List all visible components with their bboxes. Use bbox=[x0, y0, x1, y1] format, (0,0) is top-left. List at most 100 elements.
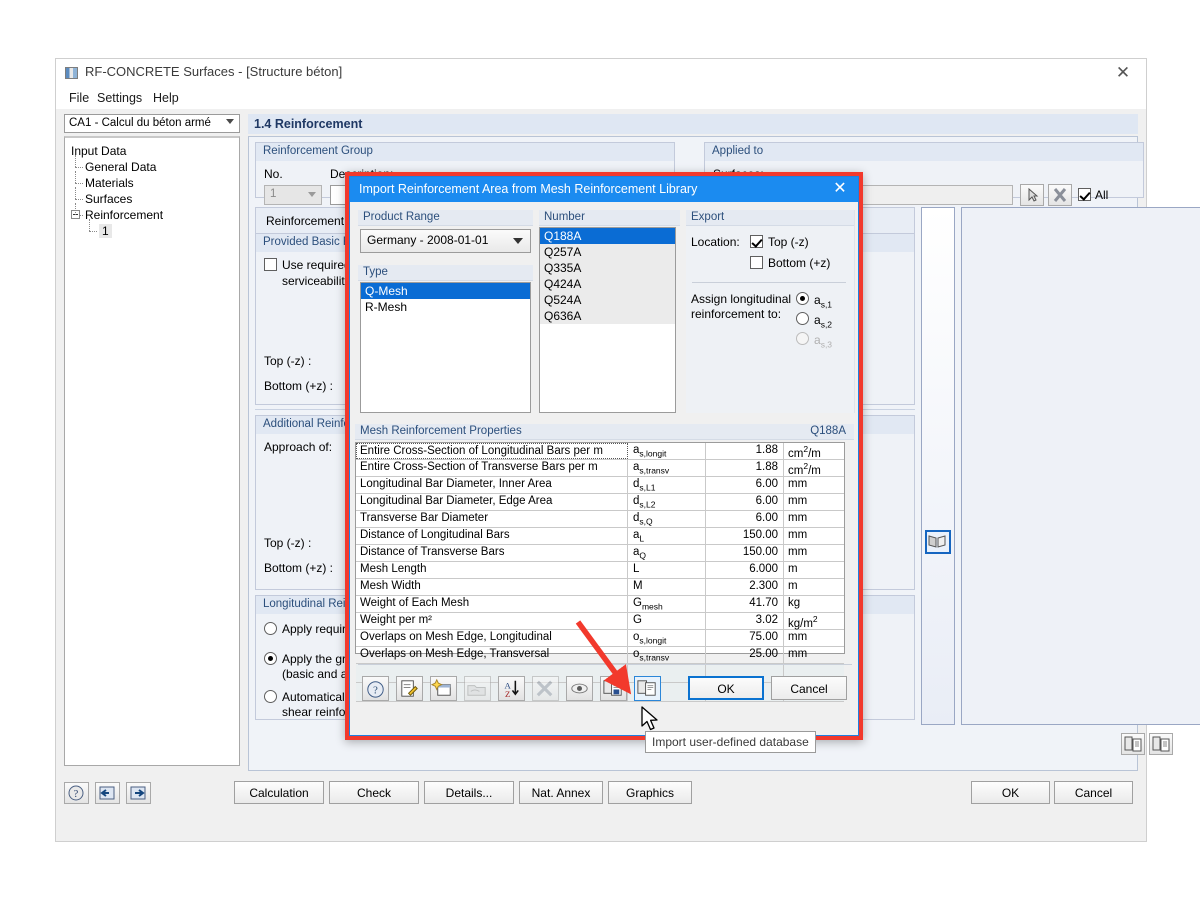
property-value: 6.000 bbox=[706, 562, 784, 578]
property-symbol: ds,Q bbox=[628, 511, 706, 527]
pick-surfaces-button[interactable] bbox=[1020, 184, 1044, 206]
menu-help[interactable]: Help bbox=[148, 90, 184, 106]
tree-item-reinforcement[interactable]: Reinforcement bbox=[71, 203, 239, 223]
view-button[interactable] bbox=[566, 676, 593, 701]
export-database-button[interactable] bbox=[600, 676, 627, 701]
property-row[interactable]: Longitudinal Bar Diameter, Inner Area ds,… bbox=[356, 477, 844, 494]
number-item-4[interactable]: Q524A bbox=[540, 292, 675, 308]
property-unit-main: m bbox=[788, 563, 798, 575]
tree-item-reinforcement-1[interactable]: 1 bbox=[71, 219, 239, 239]
property-row[interactable]: Weight per m² G 3.02 kg/m2 bbox=[356, 613, 844, 630]
collapse-icon[interactable] bbox=[71, 210, 80, 219]
longitudinal-option-greater-radio[interactable] bbox=[264, 652, 277, 665]
property-row[interactable]: Overlaps on Mesh Edge, Transversal os,tra… bbox=[356, 647, 844, 664]
use-required-label-2: serviceability bbox=[282, 274, 351, 288]
details-label: Details... bbox=[445, 786, 493, 800]
location-top-checkbox[interactable] bbox=[750, 235, 763, 248]
number-listbox[interactable]: Q188A Q257A Q335A Q424A Q524A Q636A bbox=[539, 227, 676, 413]
dialog-close-button[interactable]: ✕ bbox=[828, 179, 852, 199]
property-unit-main: m bbox=[788, 580, 798, 592]
use-required-reinforcement-checkbox[interactable] bbox=[264, 258, 277, 271]
calculation-button[interactable]: Calculation bbox=[234, 781, 324, 804]
property-symbol-subscript: s,longit bbox=[639, 448, 667, 459]
number-item-0[interactable]: Q188A bbox=[540, 228, 675, 244]
property-value: 150.00 bbox=[706, 545, 784, 561]
property-row[interactable]: Mesh Width M 2.300 m bbox=[356, 579, 844, 596]
help-button[interactable]: ? bbox=[362, 676, 389, 701]
property-description: Mesh Width bbox=[356, 579, 628, 595]
details-button[interactable]: Details... bbox=[424, 781, 514, 804]
next-module-button[interactable] bbox=[126, 782, 151, 804]
analysis-case-combo[interactable]: CA1 - Calcul du béton armé bbox=[64, 114, 240, 133]
copy-to-clipboard-button-2[interactable] bbox=[1149, 733, 1173, 755]
tree-label: General Data bbox=[85, 160, 157, 174]
clear-surfaces-button[interactable] bbox=[1048, 184, 1072, 206]
tree-item-general-data[interactable]: General Data bbox=[71, 155, 239, 175]
property-unit: mm bbox=[784, 511, 844, 527]
assign-as1-radio[interactable] bbox=[796, 292, 809, 305]
tree-item-input-data[interactable]: Input Data bbox=[71, 143, 239, 159]
chevron-down-icon bbox=[513, 238, 523, 244]
property-row[interactable]: Entire Cross-Section of Longitudinal Bar… bbox=[356, 443, 844, 460]
assign-as2-radio[interactable] bbox=[796, 312, 809, 325]
property-symbol-subscript: s,longit bbox=[639, 635, 667, 646]
property-row[interactable]: Overlaps on Mesh Edge, Longitudinal os,lo… bbox=[356, 630, 844, 647]
property-symbol: G bbox=[628, 613, 706, 629]
type-listbox[interactable]: Q-Mesh R-Mesh bbox=[360, 282, 531, 413]
number-item-2[interactable]: Q335A bbox=[540, 260, 675, 276]
property-row[interactable]: Mesh Length L 6.000 m bbox=[356, 562, 844, 579]
all-surfaces-checkbox[interactable] bbox=[1078, 188, 1091, 201]
longitudinal-option-required-radio[interactable] bbox=[264, 622, 277, 635]
navigation-tree[interactable]: Input Data General Data Materials Surfac… bbox=[64, 136, 240, 766]
mesh-properties-title-text: Mesh Reinforcement Properties bbox=[360, 425, 522, 437]
number-item-5[interactable]: Q636A bbox=[540, 308, 675, 324]
property-row[interactable]: Distance of Longitudinal Bars aL 150.00 mm bbox=[356, 528, 844, 545]
assign-as3-label: as,3 bbox=[814, 333, 832, 349]
reinforcement-group-no-combo[interactable]: 1 bbox=[264, 185, 322, 205]
tree-item-materials[interactable]: Materials bbox=[71, 171, 239, 191]
dialog-cancel-button[interactable]: Cancel bbox=[771, 676, 847, 700]
new-button[interactable] bbox=[430, 676, 457, 701]
type-item-r-mesh[interactable]: R-Mesh bbox=[361, 299, 530, 315]
previous-module-button[interactable] bbox=[95, 782, 120, 804]
import-database-button[interactable] bbox=[634, 676, 661, 701]
app-logo-icon bbox=[65, 67, 78, 79]
sort-az-button[interactable]: AZ bbox=[498, 676, 525, 701]
edit-button[interactable] bbox=[396, 676, 423, 701]
copy-to-clipboard-button-1[interactable] bbox=[1121, 733, 1145, 755]
tree-label: Reinforcement bbox=[85, 208, 164, 222]
book-view-button[interactable] bbox=[925, 530, 951, 554]
number-item-1[interactable]: Q257A bbox=[540, 244, 675, 260]
help-button[interactable]: ? bbox=[64, 782, 89, 804]
location-bottom-checkbox[interactable] bbox=[750, 256, 763, 269]
longitudinal-option-auto-radio[interactable] bbox=[264, 690, 277, 703]
mesh-properties-table[interactable]: Entire Cross-Section of Longitudinal Bar… bbox=[355, 442, 845, 702]
assign-as3-radio bbox=[796, 332, 809, 345]
property-row[interactable]: Distance of Transverse Bars aQ 150.00 mm bbox=[356, 545, 844, 562]
property-value: 1.88 bbox=[706, 443, 784, 459]
main-cancel-button[interactable]: Cancel bbox=[1054, 781, 1133, 804]
property-unit-tail: /m bbox=[808, 464, 821, 477]
menu-settings[interactable]: Settings bbox=[92, 90, 147, 106]
property-value: 6.00 bbox=[706, 511, 784, 527]
nat-annex-button[interactable]: Nat. Annex bbox=[519, 781, 603, 804]
window-close-button[interactable]: ✕ bbox=[1108, 63, 1138, 83]
property-row[interactable]: Entire Cross-Section of Transverse Bars … bbox=[356, 460, 844, 477]
type-item-q-mesh[interactable]: Q-Mesh bbox=[361, 283, 530, 299]
product-range-combo[interactable]: Germany - 2008-01-01 bbox=[360, 229, 531, 253]
check-button[interactable]: Check bbox=[329, 781, 419, 804]
assign-as3-subscript: s,3 bbox=[820, 339, 833, 350]
number-item-3[interactable]: Q424A bbox=[540, 276, 675, 292]
dialog-ok-button[interactable]: OK bbox=[688, 676, 764, 700]
mesh-properties-group: Mesh Reinforcement Properties Q188A Enti… bbox=[355, 424, 854, 702]
main-ok-button[interactable]: OK bbox=[971, 781, 1050, 804]
property-row[interactable]: Longitudinal Bar Diameter, Edge Area ds,L… bbox=[356, 494, 844, 511]
graphics-button[interactable]: Graphics bbox=[608, 781, 692, 804]
property-row[interactable]: Transverse Bar Diameter ds,Q 6.00 mm bbox=[356, 511, 844, 528]
menu-file[interactable]: File bbox=[64, 90, 94, 106]
property-row[interactable]: Weight of Each Mesh Gmesh 41.70 kg bbox=[356, 596, 844, 613]
tree-item-surfaces[interactable]: Surfaces bbox=[71, 187, 239, 207]
property-unit-main: kg/m bbox=[788, 617, 813, 630]
provided-top-label: Top (-z) : bbox=[264, 354, 312, 368]
graphics-preview-pane bbox=[961, 207, 1200, 725]
